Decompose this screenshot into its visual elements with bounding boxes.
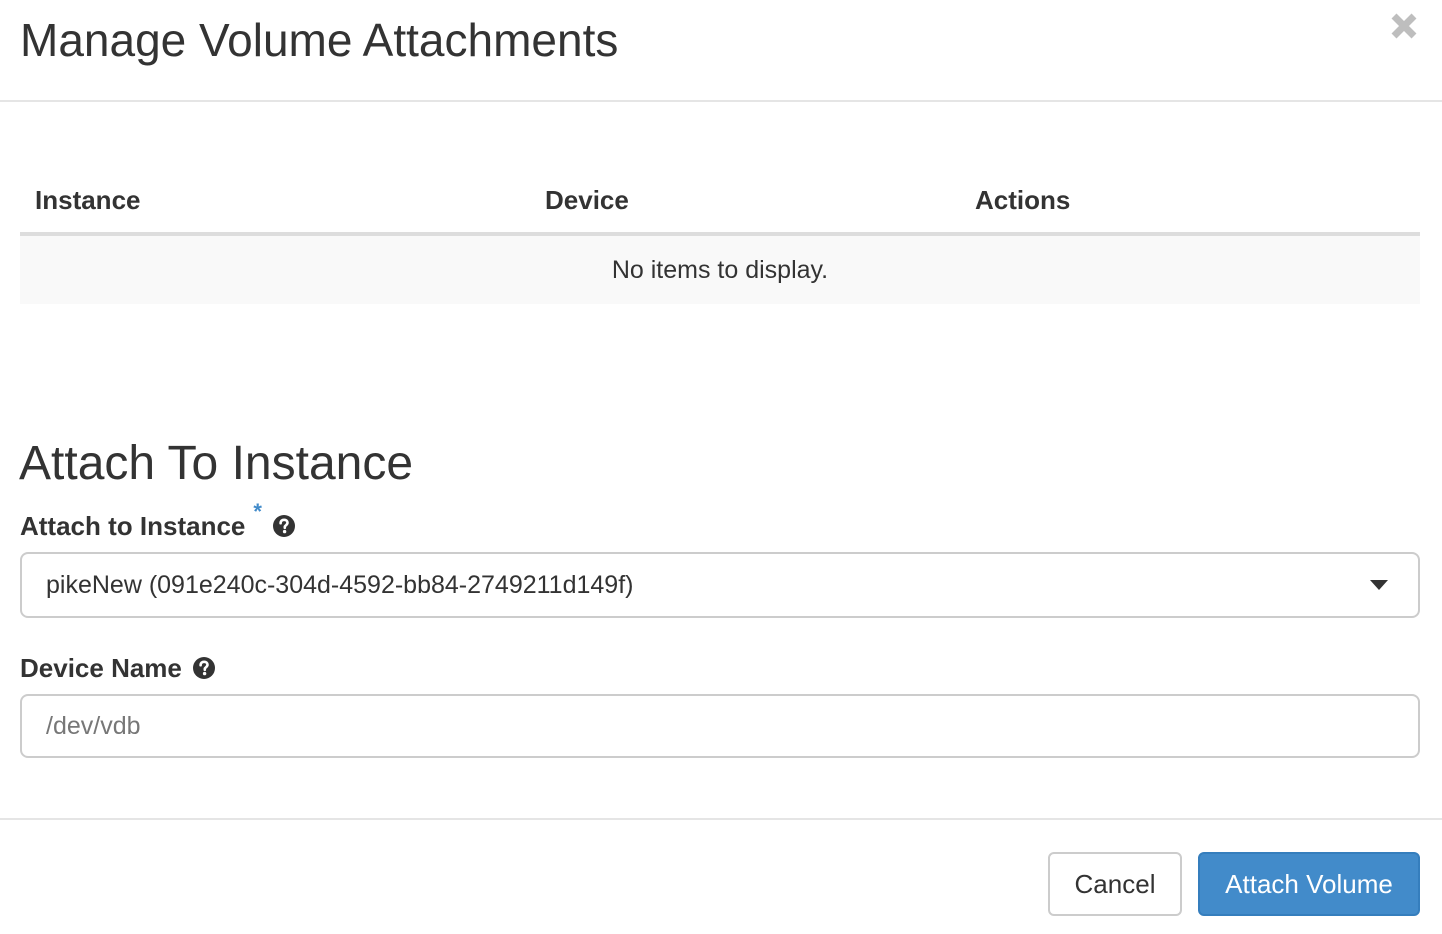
close-button[interactable] xyxy=(1388,10,1420,42)
chevron-down-icon xyxy=(1370,580,1388,590)
question-circle-icon[interactable] xyxy=(272,514,296,538)
required-marker: * xyxy=(253,499,262,524)
attach-section-title: Attach To Instance xyxy=(19,437,414,490)
attach-volume-button[interactable]: Attach Volume xyxy=(1198,852,1420,916)
device-name-label-text: Device Name xyxy=(20,652,182,683)
column-header-actions: Actions xyxy=(960,168,1420,236)
column-header-instance: Instance xyxy=(20,168,530,236)
device-name-input[interactable] xyxy=(20,694,1420,758)
close-icon xyxy=(1391,13,1417,39)
attach-to-instance-label-text: Attach to Instance xyxy=(20,510,246,541)
instance-select-value: pikeNew (091e240c-304d-4592-bb84-2749211… xyxy=(46,571,634,599)
attach-to-instance-label: Attach to Instance * xyxy=(20,499,296,546)
modal-header: Manage Volume Attachments xyxy=(0,0,1442,102)
column-header-device: Device xyxy=(530,168,960,236)
manage-volume-attachments-dialog: Manage Volume Attachments Instance Devic… xyxy=(0,0,1442,934)
empty-row: No items to display. xyxy=(20,234,1420,304)
table-header-row: Instance Device Actions xyxy=(20,168,1420,236)
empty-message: No items to display. xyxy=(20,234,1420,304)
device-name-label: Device Name xyxy=(20,648,216,688)
dialog-title: Manage Volume Attachments xyxy=(20,14,619,66)
question-circle-icon[interactable] xyxy=(192,656,216,680)
modal-footer: Cancel Attach Volume xyxy=(0,818,1442,934)
instance-select[interactable]: pikeNew (091e240c-304d-4592-bb84-2749211… xyxy=(20,552,1420,618)
cancel-button[interactable]: Cancel xyxy=(1048,852,1182,916)
attachments-table: Instance Device Actions No items to disp… xyxy=(20,168,1420,304)
